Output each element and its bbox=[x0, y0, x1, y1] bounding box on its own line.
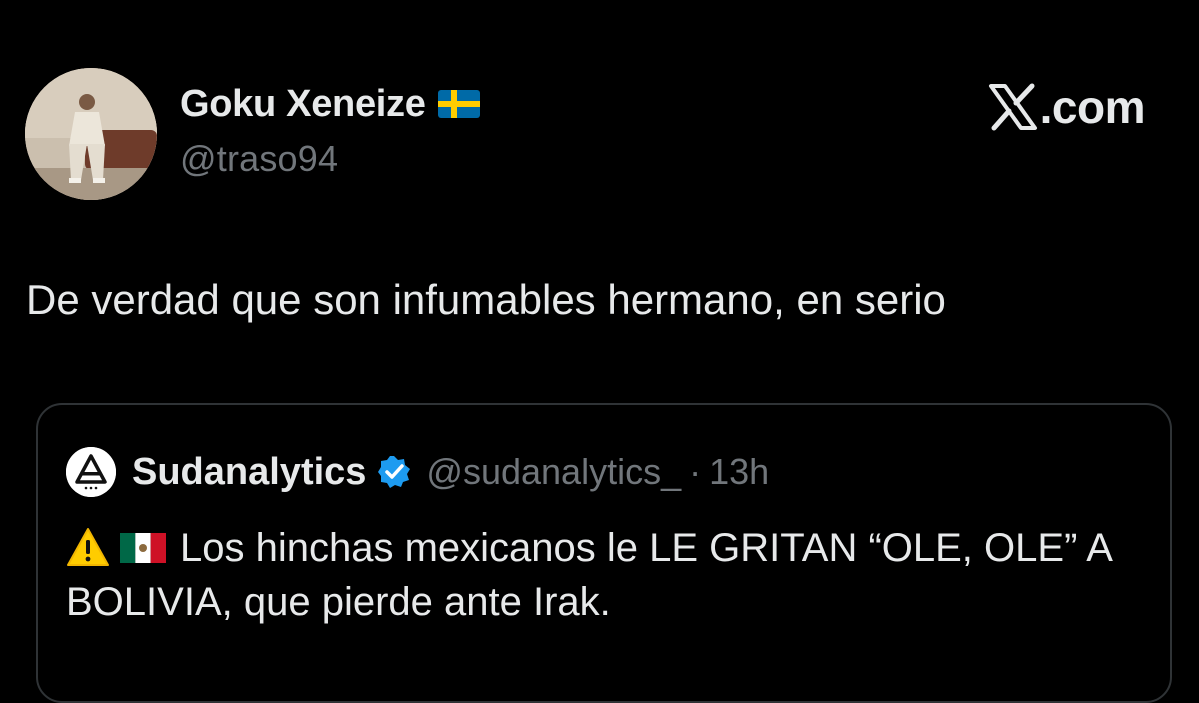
quote-header: Sudanalytics @sudanalytics_ · 13h bbox=[66, 447, 769, 497]
quote-author-name[interactable]: Sudanalytics bbox=[132, 451, 366, 494]
quote-text: Los hinchas mexicanos le LE GRITAN “OLE,… bbox=[66, 526, 1111, 624]
author-avatar[interactable] bbox=[25, 68, 157, 200]
x-brand: .com bbox=[988, 80, 1146, 134]
author-display-name[interactable]: Goku Xeneize bbox=[180, 83, 426, 126]
warning-icon bbox=[67, 528, 109, 566]
quote-author-avatar[interactable] bbox=[66, 447, 116, 497]
quote-author-handle[interactable]: @sudanalytics_ bbox=[426, 451, 681, 493]
sudanalytics-logo-icon bbox=[66, 447, 116, 497]
tweet-card: Goku Xeneize @traso94 .com De verdad que… bbox=[0, 0, 1199, 703]
verified-badge-icon bbox=[378, 456, 411, 488]
quote-text-block: Los hinchas mexicanos le LE GRITAN “OLE,… bbox=[66, 521, 1146, 629]
tweet-text: De verdad que son infumables hermano, en… bbox=[26, 276, 946, 323]
quote-timestamp[interactable]: 13h bbox=[709, 451, 769, 493]
quoted-tweet[interactable]: Sudanalytics @sudanalytics_ · 13h Los hi… bbox=[36, 403, 1172, 703]
avatar-photo bbox=[25, 68, 157, 200]
mexico-flag-icon bbox=[120, 533, 166, 563]
author-handle[interactable]: @traso94 bbox=[180, 138, 338, 180]
quote-separator: · bbox=[689, 451, 702, 492]
x-logo-icon bbox=[988, 83, 1037, 131]
brand-suffix: .com bbox=[1039, 81, 1146, 133]
author-name-row: Goku Xeneize bbox=[180, 82, 480, 126]
sweden-flag-icon bbox=[437, 90, 480, 118]
